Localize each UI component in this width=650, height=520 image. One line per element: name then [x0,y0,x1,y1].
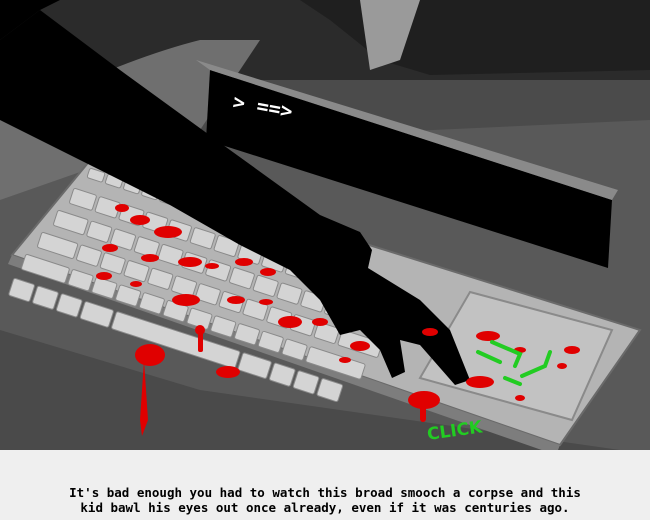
blood-drip-small [216,366,240,378]
comic-panel: > ==> CLICK [0,0,650,450]
narration-caption: It's bad enough you had to watch this br… [0,485,650,515]
caption-line-1: It's bad enough you had to watch this br… [69,485,581,500]
caption-area: It's bad enough you had to watch this br… [0,450,650,520]
caption-line-2: kid bawl his eyes out once already, even… [80,500,570,515]
blood-drip-large [135,344,165,366]
panel-illustration: > ==> CLICK [0,0,650,450]
